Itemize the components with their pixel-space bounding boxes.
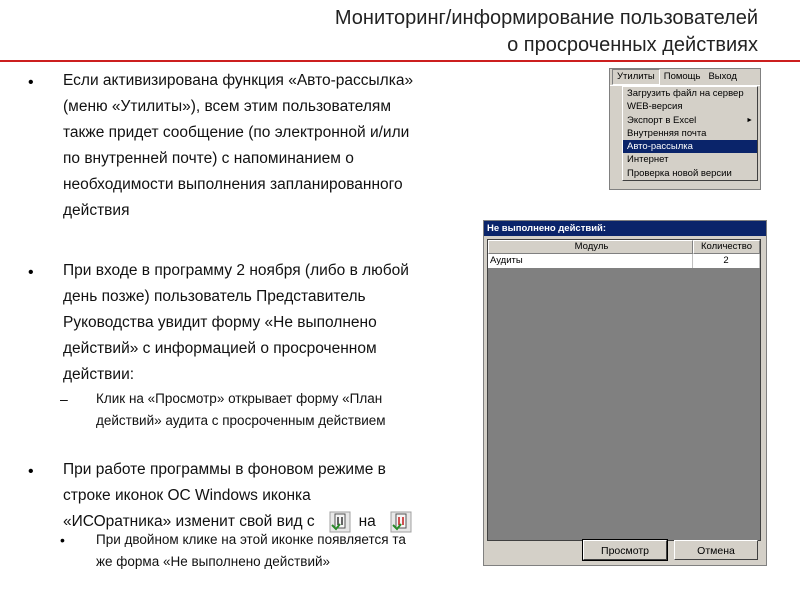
text-line: действий» с информацией о просроченном [63, 340, 377, 357]
column-header-module[interactable]: Модуль [488, 240, 693, 254]
overdue-actions-dialog: Не выполнено действий: Модуль Количество… [483, 220, 767, 566]
menu-utilities[interactable]: Утилиты [612, 69, 660, 85]
menu-bar: Утилиты Помощь Выход [610, 69, 760, 86]
sub-bullet-text-double-click: При двойном клике на этой иконке появляе… [96, 529, 466, 573]
text-line: При двойном клике на этой иконке появляе… [96, 532, 406, 547]
menu-item-web-version[interactable]: WEB-версия [623, 100, 757, 113]
text-line: также придет сообщение (по электронной и… [63, 124, 410, 141]
text-line: действии: [63, 366, 135, 383]
text-line: (меню «Утилиты»), всем этим пользователя… [63, 98, 391, 115]
menu-item-check-new-version[interactable]: Проверка новой версии [623, 167, 757, 180]
menu-item-auto-mailing[interactable]: Авто-рассылка [623, 140, 757, 154]
bullet-marker: • [28, 74, 34, 91]
cancel-button[interactable]: Отмена [674, 540, 758, 560]
bullet-marker: • [28, 264, 34, 281]
view-button[interactable]: Просмотр [582, 539, 668, 561]
slide-title: Мониторинг/информирование пользователей … [238, 5, 758, 59]
table-row[interactable]: Аудиты 2 [488, 254, 760, 268]
menu-item-export-excel[interactable]: Экспорт в Excel ► [623, 114, 757, 127]
text-line: необходимости выполнения запланированног… [63, 176, 403, 193]
menu-item-internet[interactable]: Интернет [623, 153, 757, 166]
title-divider [0, 60, 800, 62]
text-connector: на [358, 513, 376, 530]
sub-bullet-marker: • [60, 532, 65, 548]
bullet-text-tray-icon: При работе программы в фоновом режиме в … [63, 457, 475, 535]
sub-bullet-text-view-click: Клик на «Просмотр» открывает форму «План… [96, 388, 466, 432]
text-line: строке иконок ОС Windows иконка [63, 487, 311, 504]
bullet-text-auto-mailing: Если активизирована функция «Авто-рассыл… [63, 68, 475, 224]
text-line: Если активизирована функция «Авто-рассыл… [63, 72, 414, 89]
bullet-text-login-form: При входе в программу 2 ноября (либо в л… [63, 258, 475, 388]
cell-module: Аудиты [488, 254, 693, 268]
menu-item-internal-mail[interactable]: Внутренняя почта [623, 127, 757, 140]
text-line: день позже) пользователь Представитель [63, 288, 366, 305]
text-line: При входе в программу 2 ноября (либо в л… [63, 262, 409, 279]
text-line: Руководства увидит форму «Не выполнено [63, 314, 377, 331]
text-line: же форма «Не выполнено действий» [96, 554, 331, 569]
text-line: по внутренней почте) с напоминанием о [63, 150, 354, 167]
text-line: Клик на «Просмотр» открывает форму «План [96, 391, 383, 406]
overdue-actions-grid: Модуль Количество Аудиты 2 [487, 239, 761, 541]
slide-title-line-2: о просроченных действиях [507, 34, 758, 56]
text-line: действий» аудита с просроченным действие… [96, 413, 386, 428]
utilities-menu-screenshot: Утилиты Помощь Выход Загрузить файл на с… [609, 68, 761, 190]
menu-help[interactable]: Помощь [660, 70, 705, 84]
dialog-title: Не выполнено действий: [484, 221, 766, 236]
menu-item-upload-file[interactable]: Загрузить файл на сервер [623, 87, 757, 100]
text-line: «ИСОратника» изменит свой вид с [63, 513, 315, 530]
submenu-arrow-icon: ► [746, 116, 753, 124]
utilities-dropdown: Загрузить файл на сервер WEB-версия Эксп… [622, 86, 758, 182]
grid-header: Модуль Количество [488, 240, 760, 254]
text-line: действия [63, 202, 130, 219]
bullet-marker: • [28, 463, 34, 480]
text-line: При работе программы в фоновом режиме в [63, 461, 386, 478]
column-header-count[interactable]: Количество [693, 240, 760, 254]
sub-bullet-marker: – [60, 391, 68, 407]
menu-exit[interactable]: Выход [704, 70, 740, 84]
slide-title-line-1: Мониторинг/информирование пользователей [334, 7, 758, 29]
cell-count: 2 [693, 254, 760, 268]
